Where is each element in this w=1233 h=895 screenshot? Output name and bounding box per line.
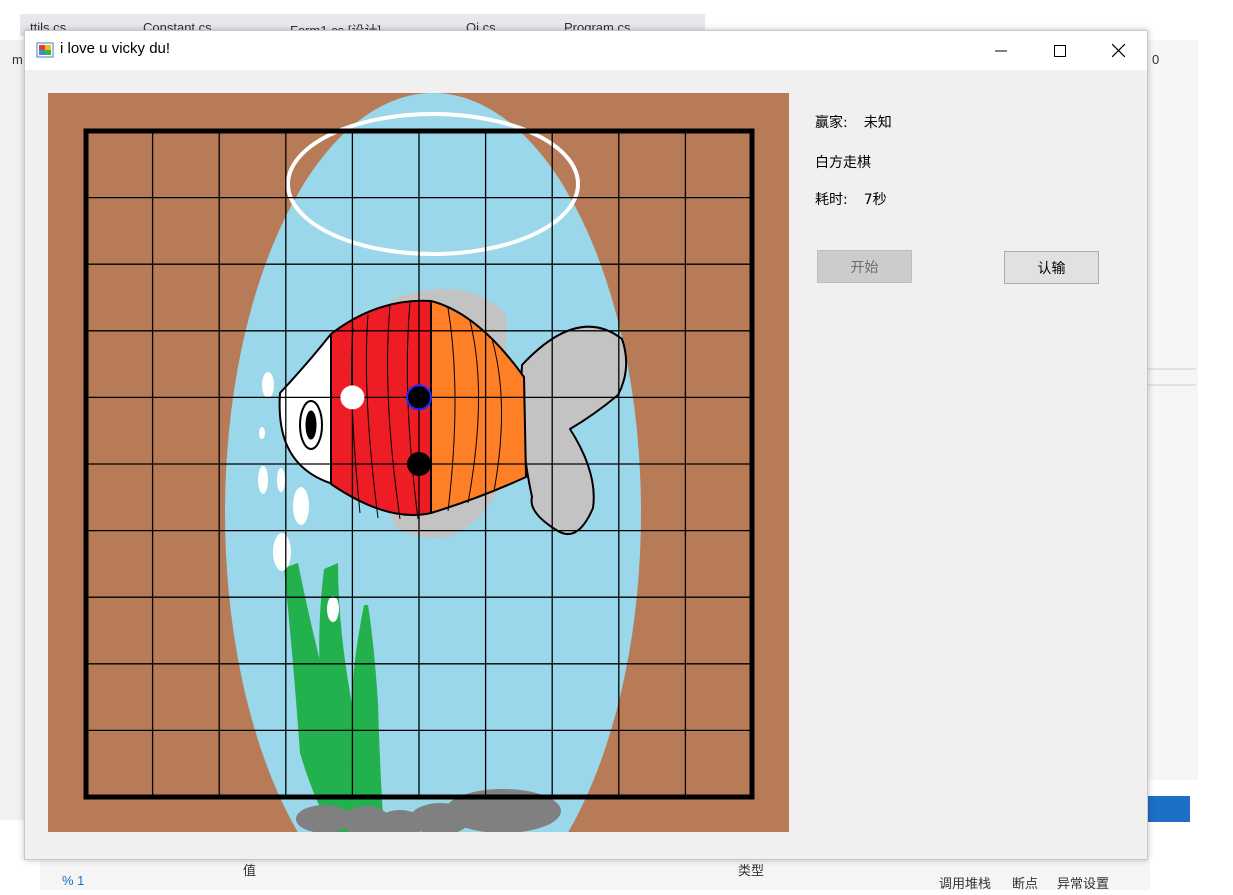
minimize-icon (995, 50, 1007, 51)
ide-column-header: 值 (243, 863, 257, 878)
start-button[interactable]: 开始 (817, 250, 912, 283)
ide-tab-exceptions[interactable]: 异常设置 (1057, 873, 1109, 892)
ide-divider (1148, 384, 1196, 386)
app-window: i love u vicky du! 赢家: 未知 白方走棋 耗时: 7秒 开始… (24, 30, 1148, 860)
ide-scroll-highlight (1148, 796, 1190, 822)
ide-divider (1148, 368, 1196, 370)
resign-button[interactable]: 认输 (1004, 251, 1099, 284)
ide-tab-call-stack[interactable]: 调用堆栈 (939, 873, 991, 892)
maximize-icon (1054, 44, 1066, 57)
maximize-button[interactable] (1031, 31, 1089, 70)
black-stone (407, 452, 431, 476)
minimize-button[interactable] (972, 31, 1030, 70)
black-stone (406, 384, 432, 411)
ide-column-header: 类型 (738, 863, 765, 878)
title-bar[interactable]: i love u vicky du! (25, 31, 1147, 70)
turn-indicator: 白方走棋 (815, 155, 871, 171)
ide-tab-breakpoints[interactable]: 断点 (1012, 873, 1038, 892)
time-row: 耗时: 7秒 (815, 189, 887, 209)
ide-right-fragment: 0 (1152, 52, 1160, 67)
time-value: 7秒 (863, 192, 887, 208)
ide-zoom-level: % 1 (62, 873, 85, 888)
game-board[interactable] (48, 93, 789, 832)
winner-label: 赢家: (815, 115, 848, 131)
white-stone (340, 385, 365, 410)
close-button[interactable] (1089, 31, 1147, 70)
ide-right-panel (1148, 40, 1198, 780)
ide-left-panel (0, 40, 24, 820)
time-label: 耗时: (815, 192, 848, 208)
winner-row: 赢家: 未知 (815, 112, 892, 132)
ide-left-fragment: m (12, 52, 23, 67)
window-title: i love u vicky du! (60, 40, 171, 57)
close-icon (1111, 44, 1125, 57)
winner-value: 未知 (863, 115, 892, 131)
app-icon (36, 42, 54, 58)
